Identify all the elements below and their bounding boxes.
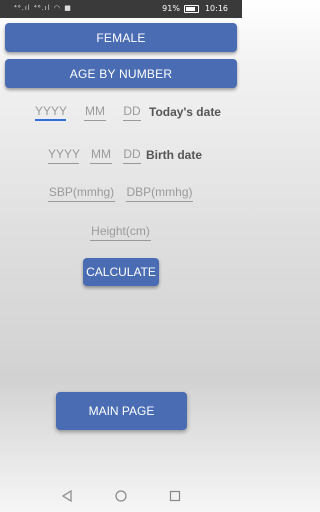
birth-date-label: Birth date (146, 148, 203, 162)
birth-day-field[interactable]: DD (123, 148, 141, 164)
birth-month-field[interactable]: MM (90, 148, 112, 164)
today-year-field[interactable]: YYYY (35, 105, 67, 121)
status-bar: ⁴⁶.ıl ⁴⁶.ıl ◠ ■ 91% 10:16 (0, 0, 242, 18)
today-day-field[interactable]: DD (123, 105, 141, 121)
signal-icons: ⁴⁶.ıl ⁴⁶.ıl ◠ ■ (14, 4, 72, 12)
clock: 10:16 (204, 4, 228, 13)
today-date-label: Today's date (149, 105, 221, 119)
sbp-field[interactable]: SBP(mmhg) (48, 186, 115, 202)
home-icon[interactable] (115, 490, 127, 502)
birth-year-field[interactable]: YYYY (48, 148, 80, 164)
dbp-field[interactable]: DBP(mmhg) (126, 186, 193, 202)
today-month-field[interactable]: MM (84, 105, 106, 121)
back-icon[interactable] (61, 490, 73, 502)
age-mode-button[interactable]: AGE BY NUMBER (5, 59, 237, 88)
main-page-button[interactable]: MAIN PAGE (56, 392, 187, 430)
battery-percent: 91% (162, 4, 180, 13)
gender-button[interactable]: FEMALE (5, 23, 237, 52)
recents-icon[interactable] (169, 490, 181, 502)
status-right: 91% 10:16 (162, 4, 228, 13)
height-field[interactable]: Height(cm) (90, 225, 151, 241)
calculate-button[interactable]: CALCULATE (83, 258, 159, 286)
navigation-bar (0, 482, 242, 512)
battery-icon (183, 4, 199, 13)
